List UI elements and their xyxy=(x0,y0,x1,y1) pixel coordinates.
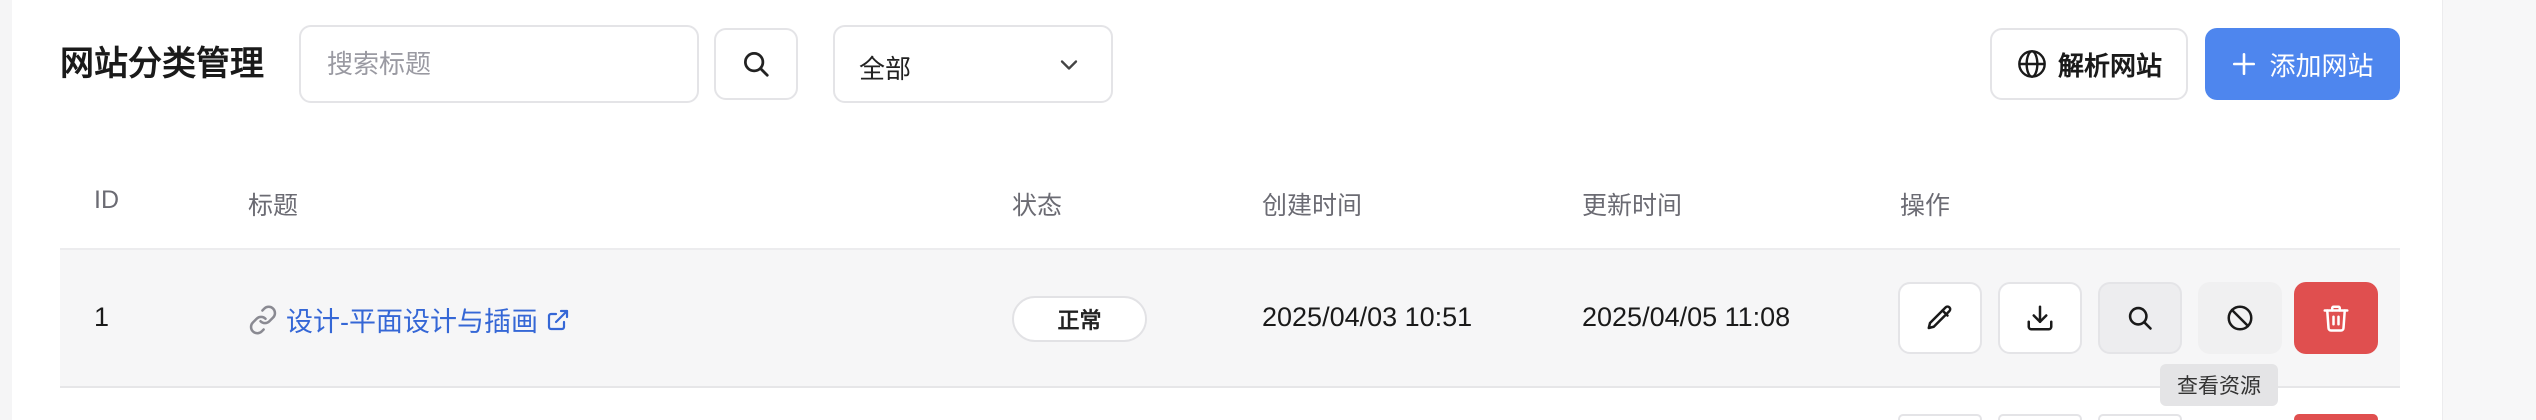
status-filter-value: 全部 xyxy=(859,54,912,84)
download-button[interactable] xyxy=(1998,282,2082,354)
column-header-actions: 操作 xyxy=(1900,192,1951,220)
parse-website-button[interactable]: 解析网站 xyxy=(1990,28,2188,100)
column-header-id: ID xyxy=(94,186,119,214)
search-input[interactable] xyxy=(327,27,687,101)
delete-button[interactable] xyxy=(2294,282,2378,354)
trash-icon xyxy=(2323,305,2349,332)
row-title-text: 设计-平面设计与插画 xyxy=(286,307,538,337)
edit-button[interactable] xyxy=(1898,282,1982,354)
next-row-delete-button[interactable] xyxy=(2294,414,2378,420)
search-box xyxy=(299,25,699,103)
search-icon xyxy=(2128,306,2152,330)
status-badge: 正常 xyxy=(1012,296,1147,342)
row-id: 1 xyxy=(94,302,110,332)
plus-icon xyxy=(2233,52,2256,76)
row-updated-time: 2025/04/05 11:08 xyxy=(1582,302,1791,332)
disable-button[interactable] xyxy=(2198,282,2282,354)
row-created-time: 2025/04/03 10:51 xyxy=(1262,302,1473,332)
next-row-download-button[interactable] xyxy=(1998,414,2082,420)
view-resources-button[interactable] xyxy=(2098,282,2182,354)
add-website-button[interactable]: 添加网站 xyxy=(2205,28,2400,100)
parse-website-label: 解析网站 xyxy=(2057,50,2162,81)
status-filter-select[interactable]: 全部 xyxy=(833,25,1113,103)
row-title-link[interactable]: 设计-平面设计与插画 xyxy=(248,300,570,339)
right-gutter xyxy=(2442,0,2536,420)
add-website-label: 添加网站 xyxy=(2269,50,2374,81)
chevron-down-icon xyxy=(1060,60,1078,70)
main-panel: 网站分类管理 全部 解析网站 添加网站 ID 标题 状态 创建时间 更新时间 操… xyxy=(12,0,2442,420)
download-icon xyxy=(2027,305,2053,331)
column-header-created: 创建时间 xyxy=(1262,192,1363,220)
ban-icon xyxy=(2227,305,2253,331)
page-title: 网站分类管理 xyxy=(60,45,264,83)
globe-icon xyxy=(2018,50,2046,78)
external-link-icon xyxy=(547,309,569,330)
row-divider xyxy=(60,386,2400,388)
link-icon xyxy=(249,305,277,334)
column-header-updated: 更新时间 xyxy=(1582,192,1683,220)
search-button[interactable] xyxy=(714,28,798,100)
view-resources-tooltip: 查看资源 xyxy=(2160,364,2278,406)
column-header-status: 状态 xyxy=(1012,192,1063,220)
search-icon xyxy=(744,52,769,77)
column-header-title: 标题 xyxy=(248,192,299,220)
next-row-view-button[interactable] xyxy=(2098,414,2182,420)
pencil-icon xyxy=(1927,305,1952,330)
next-row-edit-button[interactable] xyxy=(1898,414,1982,420)
